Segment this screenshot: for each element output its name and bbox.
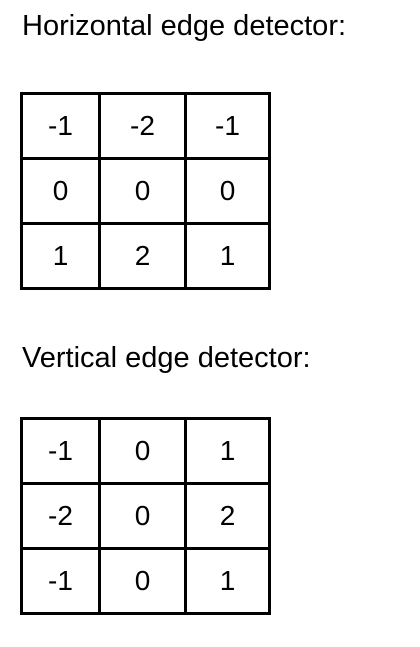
kernel-cell: -1 <box>20 92 101 160</box>
kernel-row: -2 0 2 <box>20 482 271 550</box>
kernel-cell: 1 <box>20 222 101 290</box>
kernel-row: -1 -2 -1 <box>20 92 271 160</box>
kernel-cell: 1 <box>184 222 271 290</box>
kernel-cell: 2 <box>98 222 187 290</box>
horizontal-detector-heading: Horizontal edge detector: <box>22 10 347 42</box>
kernel-cell: 0 <box>98 482 187 550</box>
kernel-cell: 1 <box>184 417 271 485</box>
kernel-cell: -2 <box>98 92 187 160</box>
kernel-cell: 0 <box>20 157 101 225</box>
kernel-cell: -1 <box>20 417 101 485</box>
kernel-cell: -1 <box>20 547 101 615</box>
vertical-kernel-table: -1 0 1 -2 0 2 -1 0 1 <box>20 417 271 615</box>
kernel-row: 1 2 1 <box>20 222 271 290</box>
kernel-cell: 1 <box>184 547 271 615</box>
kernel-cell: -2 <box>20 482 101 550</box>
kernel-row: -1 0 1 <box>20 417 271 485</box>
vertical-detector-heading: Vertical edge detector: <box>22 342 311 374</box>
kernel-row: 0 0 0 <box>20 157 271 225</box>
kernel-cell: -1 <box>184 92 271 160</box>
kernel-cell: 2 <box>184 482 271 550</box>
kernel-cell: 0 <box>184 157 271 225</box>
kernel-row: -1 0 1 <box>20 547 271 615</box>
horizontal-kernel-table: -1 -2 -1 0 0 0 1 2 1 <box>20 92 271 290</box>
kernel-cell: 0 <box>98 417 187 485</box>
kernel-cell: 0 <box>98 547 187 615</box>
kernel-cell: 0 <box>98 157 187 225</box>
